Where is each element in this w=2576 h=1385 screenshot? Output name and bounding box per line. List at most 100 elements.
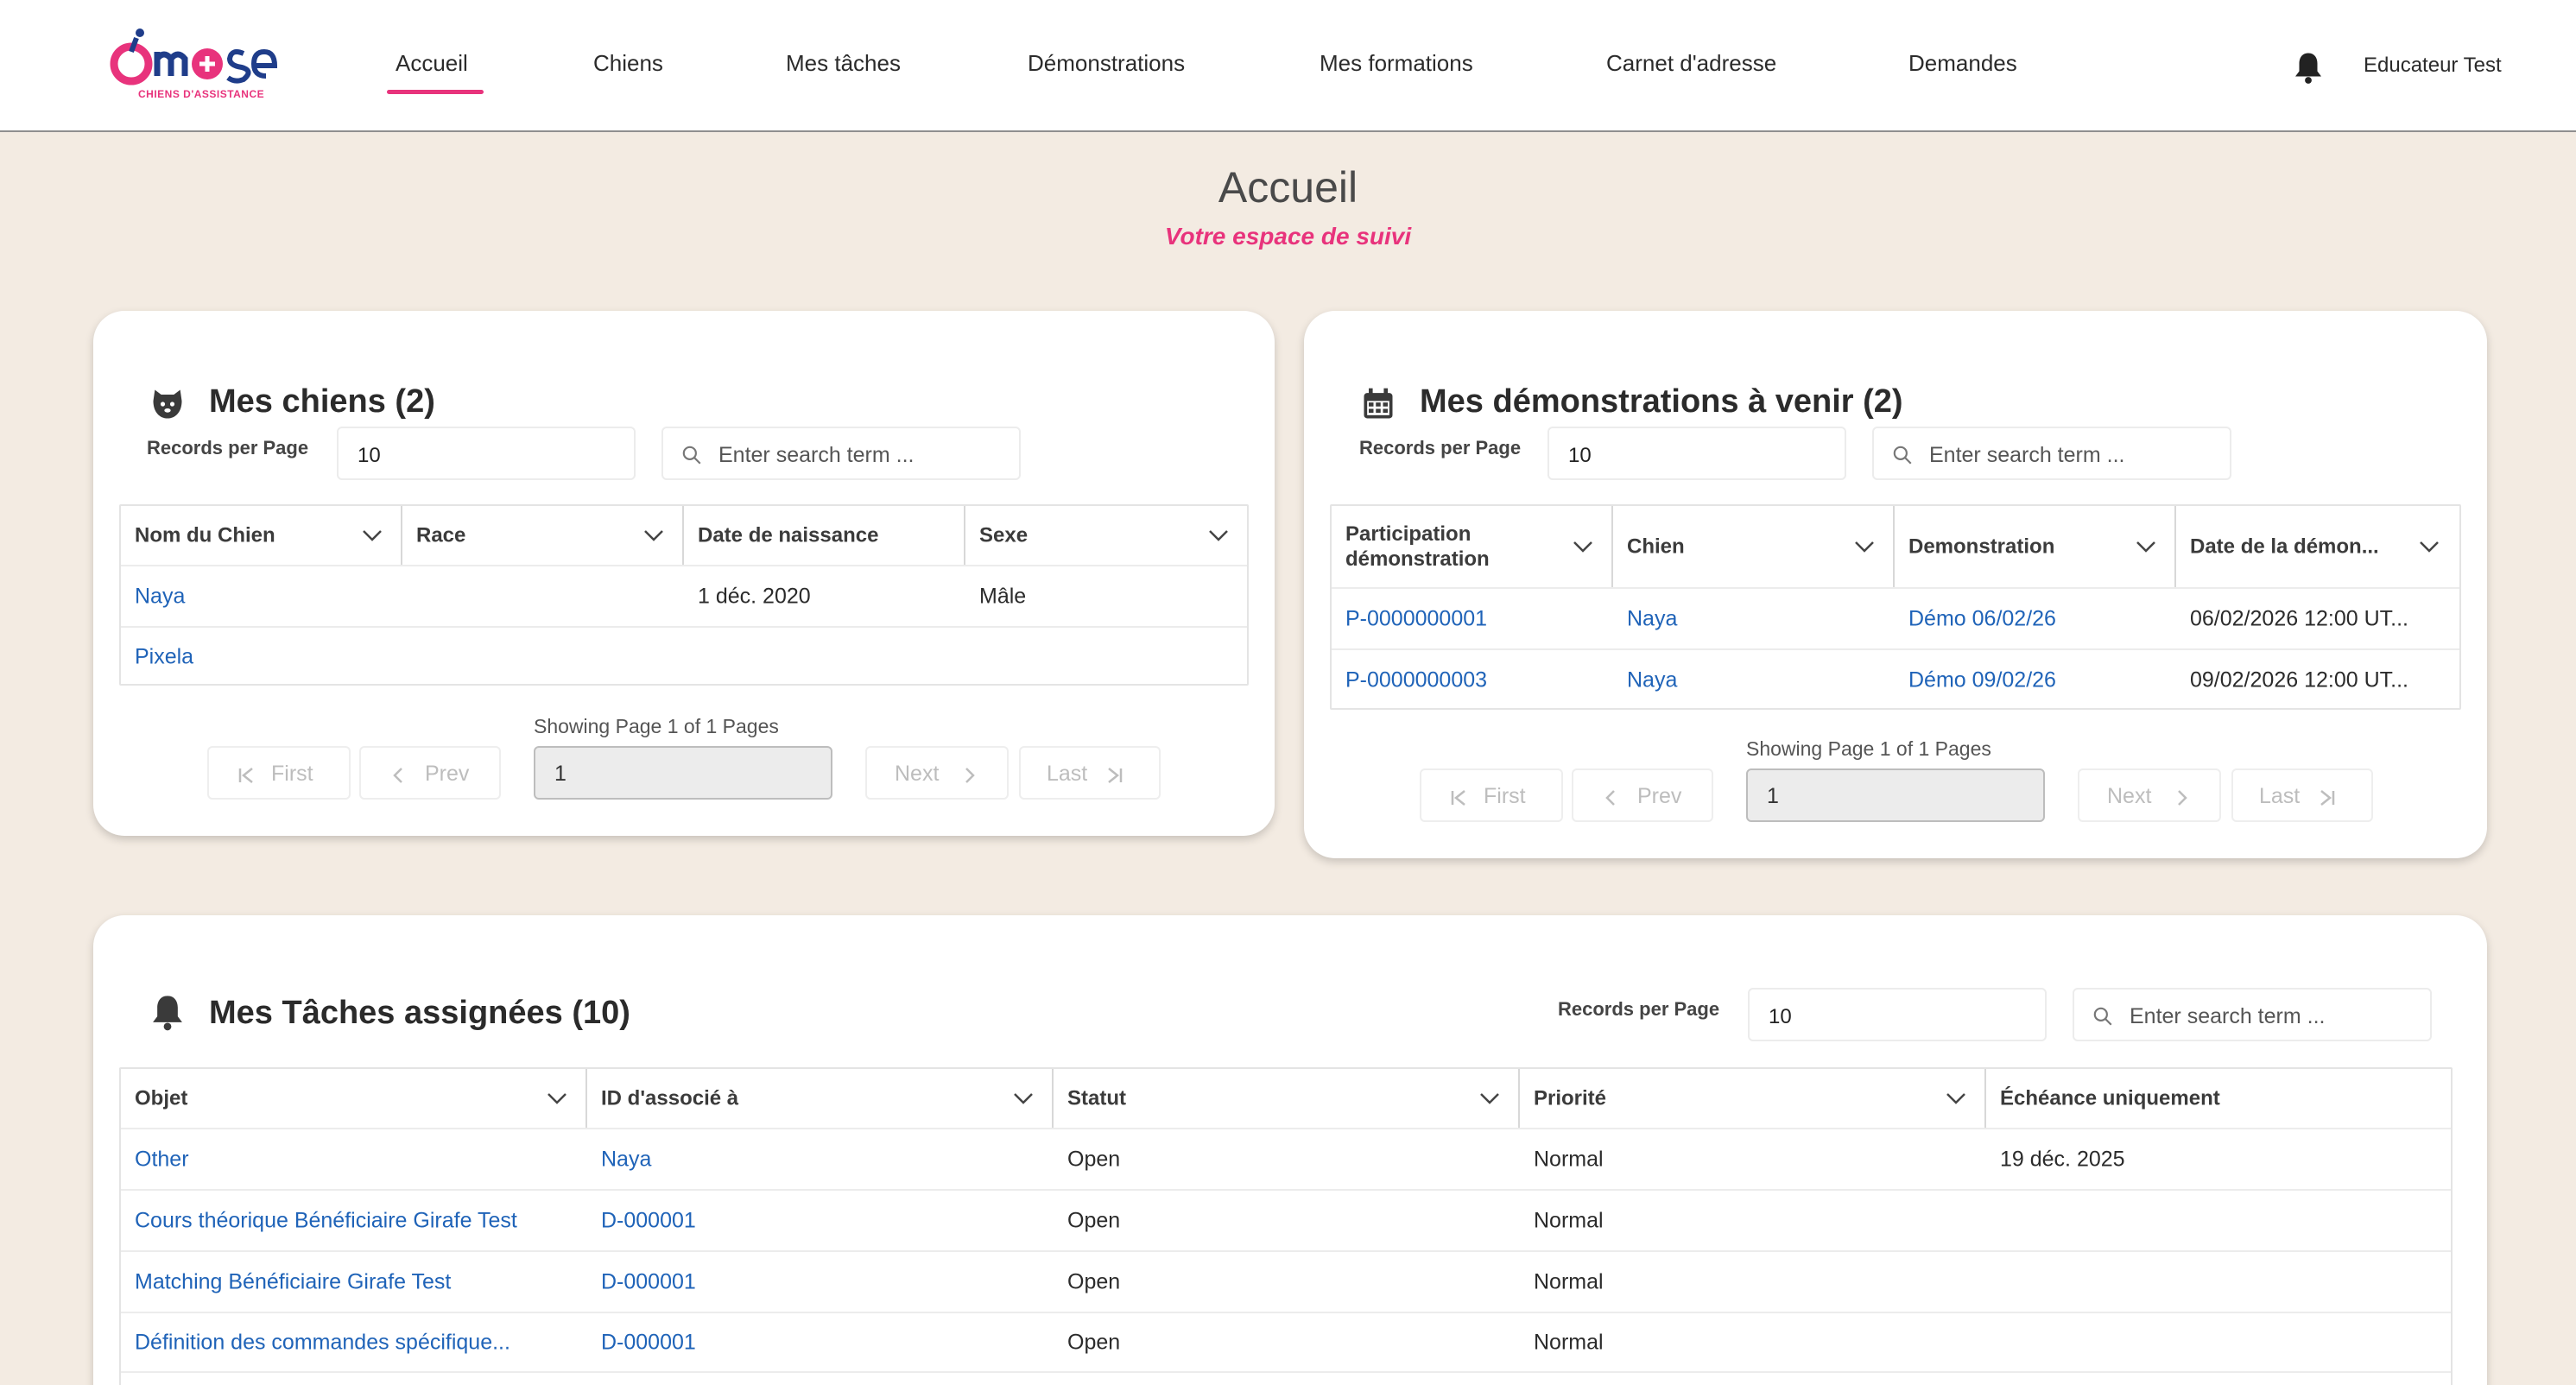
task-subject-link[interactable]: Définition des commandes spécifique... — [135, 1330, 510, 1355]
column-header-participation[interactable]: Participation démonstration — [1332, 506, 1613, 587]
chevron-down-icon[interactable] — [361, 528, 383, 542]
next-page-button[interactable]: Next — [2078, 768, 2221, 822]
demonstration-date: 09/02/2026 12:00 UT... — [2190, 667, 2408, 692]
first-page-icon — [238, 768, 253, 783]
related-to-link[interactable]: D-000001 — [601, 1208, 696, 1233]
demonstration-link[interactable]: Démo 06/02/26 — [1908, 606, 2056, 631]
prev-label: Prev — [425, 762, 470, 786]
column-header-statut[interactable]: Statut — [1054, 1069, 1520, 1128]
chevron-down-icon[interactable] — [2135, 540, 2157, 553]
demos-card-title: Mes démonstrations à venir (2) — [1420, 383, 1903, 420]
chevron-down-icon[interactable] — [642, 528, 665, 542]
last-label: Last — [1047, 762, 1088, 786]
column-header-id-associe[interactable]: ID d'associé à — [587, 1069, 1054, 1128]
nav-chiens[interactable]: Chiens — [593, 50, 663, 77]
table-header: Nom du Chien Race Date de naissance Sexe — [121, 506, 1247, 565]
table-row: Other Naya Open Normal 19 déc. 2025 — [121, 1128, 2451, 1189]
logo-subtext: CHIENS D'ASSISTANCE — [138, 88, 265, 100]
prev-page-button[interactable]: Prev — [1572, 768, 1713, 822]
column-label: Date de naissance — [698, 523, 879, 547]
tasks-card-title: Mes Tâches assignées (10) — [209, 995, 630, 1031]
column-header-nom-du-chien[interactable]: Nom du Chien — [121, 506, 402, 565]
column-header-objet[interactable]: Objet — [121, 1069, 587, 1128]
task-subject-link[interactable]: Matching Bénéficiaire Girafe Test — [135, 1269, 451, 1294]
chevron-down-icon[interactable] — [1853, 540, 1876, 553]
participation-link[interactable]: P-0000000001 — [1345, 606, 1487, 631]
top-navigation-bar: omose CHIENS D'ASSISTANCE Accueil Chiens… — [0, 0, 2576, 132]
records-per-page-input[interactable]: 10 — [1547, 427, 1846, 480]
column-header-sexe[interactable]: Sexe — [965, 506, 1247, 565]
table-row: Définition des commandes spécifique... D… — [121, 1312, 2451, 1373]
nav-accueil[interactable]: Accueil — [396, 50, 468, 77]
current-page-input[interactable]: 1 — [534, 746, 832, 800]
current-page-input[interactable]: 1 — [1746, 768, 2045, 822]
records-per-page-label: Records per Page — [147, 437, 309, 459]
column-header-race[interactable]: Race — [402, 506, 684, 565]
last-page-button[interactable]: Last — [2231, 768, 2373, 822]
pager-info: Showing Page 1 of 1 Pages — [534, 715, 779, 737]
dogs-search-input[interactable]: Enter search term ... — [661, 427, 1021, 480]
nav-demonstrations[interactable]: Démonstrations — [1028, 50, 1185, 77]
search-icon — [2093, 1007, 2112, 1026]
first-page-button[interactable]: First — [1420, 768, 1563, 822]
chevron-down-icon[interactable] — [1945, 1091, 1967, 1105]
chevron-down-icon[interactable] — [1478, 1091, 1501, 1105]
demonstration-date: 06/02/2026 12:00 UT... — [2190, 606, 2408, 630]
task-subject-link[interactable]: Other — [135, 1147, 189, 1172]
records-per-page-label: Records per Page — [1558, 998, 1720, 1020]
records-per-page-input[interactable]: 10 — [337, 427, 636, 480]
chevron-down-icon[interactable] — [1572, 540, 1594, 553]
column-header-demonstration[interactable]: Demonstration — [1895, 506, 2176, 587]
tasks-search-input[interactable]: Enter search term ... — [2073, 988, 2432, 1041]
chevron-down-icon[interactable] — [546, 1091, 568, 1105]
column-header-chien[interactable]: Chien — [1613, 506, 1895, 587]
user-menu[interactable]: Educateur Test — [2364, 54, 2502, 78]
records-per-page-input[interactable]: 10 — [1748, 988, 2047, 1041]
task-subject-link[interactable]: Cours théorique Bénéficiaire Girafe Test — [135, 1208, 517, 1233]
participation-link[interactable]: P-0000000003 — [1345, 667, 1487, 692]
search-placeholder: Enter search term ... — [2130, 1004, 2326, 1028]
nav-mes-taches[interactable]: Mes tâches — [786, 50, 901, 77]
nav-carnet-adresse[interactable]: Carnet d'adresse — [1606, 50, 1776, 77]
task-due-date: 19 déc. 2025 — [2000, 1147, 2125, 1171]
last-label: Last — [2259, 784, 2301, 808]
column-header-date-de-naissance[interactable]: Date de naissance — [684, 506, 965, 565]
records-per-page-label: Records per Page — [1359, 437, 1522, 459]
chevron-down-icon[interactable] — [1012, 1091, 1035, 1105]
related-to-link[interactable]: D-000001 — [601, 1269, 696, 1294]
dog-name-link[interactable]: Pixela — [135, 644, 193, 669]
next-page-button[interactable]: Next — [865, 746, 1009, 800]
column-header-date-demonstration[interactable]: Date de la démon... — [2176, 506, 2458, 587]
column-label: ID d'associé à — [601, 1086, 739, 1110]
first-page-button[interactable]: First — [207, 746, 351, 800]
dog-sex: Mâle — [979, 584, 1027, 608]
prev-page-button[interactable]: Prev — [359, 746, 501, 800]
dogs-card: Mes chiens (2) Records per Page 10 Enter… — [93, 311, 1275, 836]
chevron-left-icon — [393, 768, 402, 783]
related-to-link[interactable]: Naya — [601, 1147, 651, 1172]
column-header-echeance[interactable]: Échéance uniquement — [1986, 1069, 2451, 1128]
table-row: Naya 1 déc. 2020 Mâle — [121, 565, 1247, 626]
dogs-card-title: Mes chiens (2) — [209, 383, 435, 420]
column-label: Participation démonstration — [1345, 522, 1490, 571]
task-status: Open — [1067, 1147, 1121, 1171]
dog-link[interactable]: Naya — [1627, 606, 1677, 631]
dog-name-link[interactable]: Naya — [135, 584, 185, 609]
dog-link[interactable]: Naya — [1627, 667, 1677, 692]
notification-bell-icon[interactable] — [2293, 50, 2324, 85]
related-to-link[interactable]: D-000001 — [601, 1330, 696, 1355]
column-label: Objet — [135, 1086, 188, 1110]
table-row: P-0000000003 Naya Démo 09/02/26 09/02/20… — [1332, 648, 2459, 710]
omose-logo[interactable]: omose CHIENS D'ASSISTANCE — [105, 26, 278, 108]
demonstration-link[interactable]: Démo 09/02/26 — [1908, 667, 2056, 692]
chevron-left-icon — [1605, 790, 1615, 806]
column-header-priorite[interactable]: Priorité — [1520, 1069, 1986, 1128]
last-page-button[interactable]: Last — [1019, 746, 1161, 800]
chevron-down-icon[interactable] — [1207, 528, 1230, 542]
nav-mes-formations[interactable]: Mes formations — [1320, 50, 1473, 77]
chevron-down-icon[interactable] — [2418, 540, 2440, 553]
task-status: Open — [1067, 1208, 1121, 1232]
nav-demandes[interactable]: Demandes — [1908, 50, 2017, 77]
demos-search-input[interactable]: Enter search term ... — [1872, 427, 2231, 480]
task-status: Open — [1067, 1330, 1121, 1354]
